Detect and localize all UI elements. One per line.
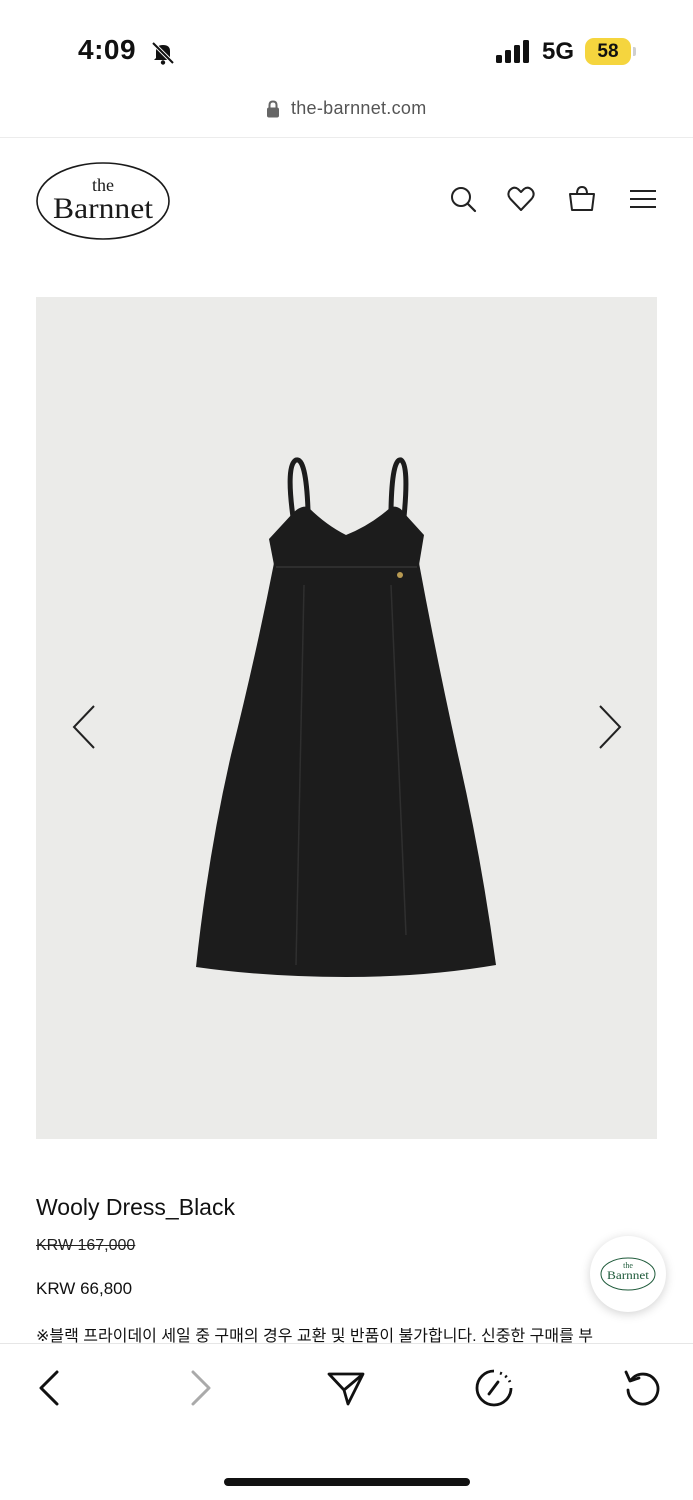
site-logo[interactable]: the Barnnet: [34, 160, 172, 242]
battery-indicator: 58: [585, 38, 631, 65]
browser-toolbar: [0, 1343, 693, 1500]
carousel-next-arrow-icon[interactable]: [594, 702, 624, 752]
url-bar[interactable]: the-barnnet.com: [0, 98, 693, 134]
search-icon[interactable]: [448, 184, 478, 214]
bell-slash-icon: [151, 41, 175, 65]
product-name: Wooly Dress_Black: [36, 1194, 235, 1220]
battery-tip: [633, 47, 636, 56]
sale-price: KRW 66,800: [36, 1279, 133, 1298]
reload-icon[interactable]: [622, 1368, 662, 1408]
status-time: 4:09: [78, 34, 137, 65]
share-icon[interactable]: [326, 1368, 366, 1408]
speed-icon[interactable]: [474, 1368, 514, 1408]
shopping-bag-icon[interactable]: [567, 184, 597, 214]
menu-icon[interactable]: [628, 184, 658, 214]
chat-logo-icon: the Barnnet: [600, 1257, 656, 1291]
logo-main-text: Barnnet: [53, 192, 154, 225]
heart-icon[interactable]: [506, 184, 536, 214]
url-text[interactable]: the-barnnet.com: [291, 98, 427, 119]
home-indicator[interactable]: [224, 1478, 470, 1486]
network-type: 5G: [542, 38, 575, 65]
lock-icon: [267, 99, 280, 117]
cellular-signal-icon: [496, 40, 529, 63]
original-price: KRW 167,000: [36, 1237, 136, 1254]
divider: [0, 137, 693, 138]
back-icon[interactable]: [30, 1368, 70, 1408]
carousel-prev-arrow-icon[interactable]: [70, 702, 100, 752]
product-image-carousel[interactable]: [36, 297, 657, 1139]
product-image-dress: [196, 457, 496, 977]
status-bar: 4:09 5G 58: [0, 0, 693, 100]
forward-icon[interactable]: [180, 1368, 220, 1408]
chat-logo-main-text: Barnnet: [607, 1268, 650, 1282]
chat-button[interactable]: the Barnnet: [590, 1236, 666, 1312]
